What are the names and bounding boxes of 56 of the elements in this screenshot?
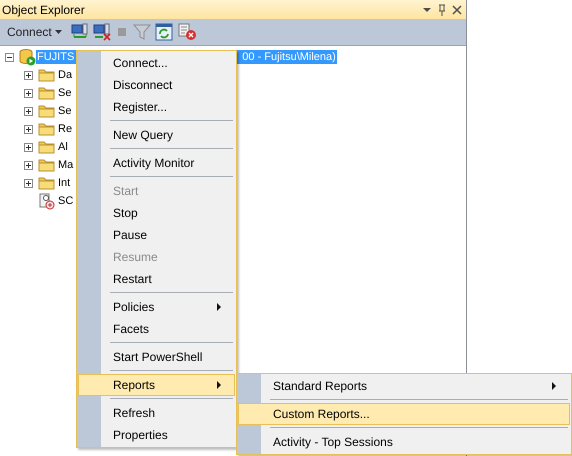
menu-item[interactable]: Standard Reports <box>238 375 570 397</box>
computer-disconnect-icon[interactable] <box>92 23 111 41</box>
menu-item[interactable]: Register... <box>78 96 235 118</box>
close-icon[interactable] <box>452 4 462 14</box>
collapse-icon[interactable] <box>5 52 14 62</box>
expand-icon[interactable] <box>24 106 33 116</box>
folder-icon <box>38 86 55 100</box>
folder-icon <box>38 140 55 154</box>
folder-icon <box>38 68 55 82</box>
node-label[interactable]: Se <box>58 87 72 99</box>
menu-item[interactable]: Policies <box>78 296 235 318</box>
folder-icon <box>38 176 55 190</box>
computer-connect-icon[interactable] <box>70 23 89 41</box>
node-label: 00 - Fujitsu\Milena) <box>242 51 336 63</box>
node-label[interactable]: Ma <box>58 159 74 171</box>
menu-item[interactable]: Activity - Top Sessions <box>238 431 570 453</box>
menu-item[interactable]: Restart <box>78 268 235 290</box>
folder-icon <box>38 158 55 172</box>
menu-item[interactable]: Refresh <box>78 402 235 424</box>
menu-item[interactable]: Connect... <box>78 52 235 74</box>
node-label[interactable]: Da <box>58 69 72 81</box>
node-label[interactable]: Int <box>58 177 70 189</box>
connect-button[interactable]: Connect <box>4 23 65 41</box>
expand-icon[interactable] <box>24 142 33 152</box>
folder-icon <box>38 104 55 118</box>
caret-icon <box>54 30 62 34</box>
menu-item[interactable]: Stop <box>78 202 235 224</box>
expand-icon[interactable] <box>24 178 33 188</box>
submenu-arrow-icon <box>217 303 222 311</box>
panel-title: Object Explorer <box>2 2 85 16</box>
refresh-icon[interactable] <box>154 23 173 41</box>
submenu-arrow-icon <box>552 382 557 390</box>
pin-icon[interactable] <box>438 4 446 16</box>
submenu-arrow-icon <box>217 381 222 389</box>
expand-icon[interactable] <box>24 70 33 80</box>
menu-item[interactable]: Properties <box>78 424 235 446</box>
node-label[interactable]: Re <box>58 123 72 135</box>
expand-icon[interactable] <box>24 88 33 98</box>
node-label[interactable]: SC <box>58 195 74 207</box>
menu-item[interactable]: Pause <box>78 224 235 246</box>
menu-item[interactable]: Disconnect <box>78 74 235 96</box>
menu-item[interactable]: Reports <box>78 374 235 396</box>
node-label[interactable]: Se <box>58 105 72 117</box>
expand-icon[interactable] <box>24 160 33 170</box>
menu-item[interactable]: Facets <box>78 318 235 340</box>
menu-item[interactable]: New Query <box>78 124 235 146</box>
agent-icon <box>38 192 55 210</box>
node-label: FUJITS <box>37 51 74 63</box>
expand-icon[interactable] <box>24 124 33 134</box>
menu-item[interactable]: Start PowerShell <box>78 346 235 368</box>
folder-icon <box>38 122 55 136</box>
menu-item[interactable]: Custom Reports... <box>238 403 570 425</box>
database-server-icon <box>18 48 36 66</box>
stop-script-icon[interactable] <box>176 23 197 41</box>
menu-item[interactable]: Activity Monitor <box>78 152 235 174</box>
node-label[interactable]: Al <box>58 141 68 153</box>
